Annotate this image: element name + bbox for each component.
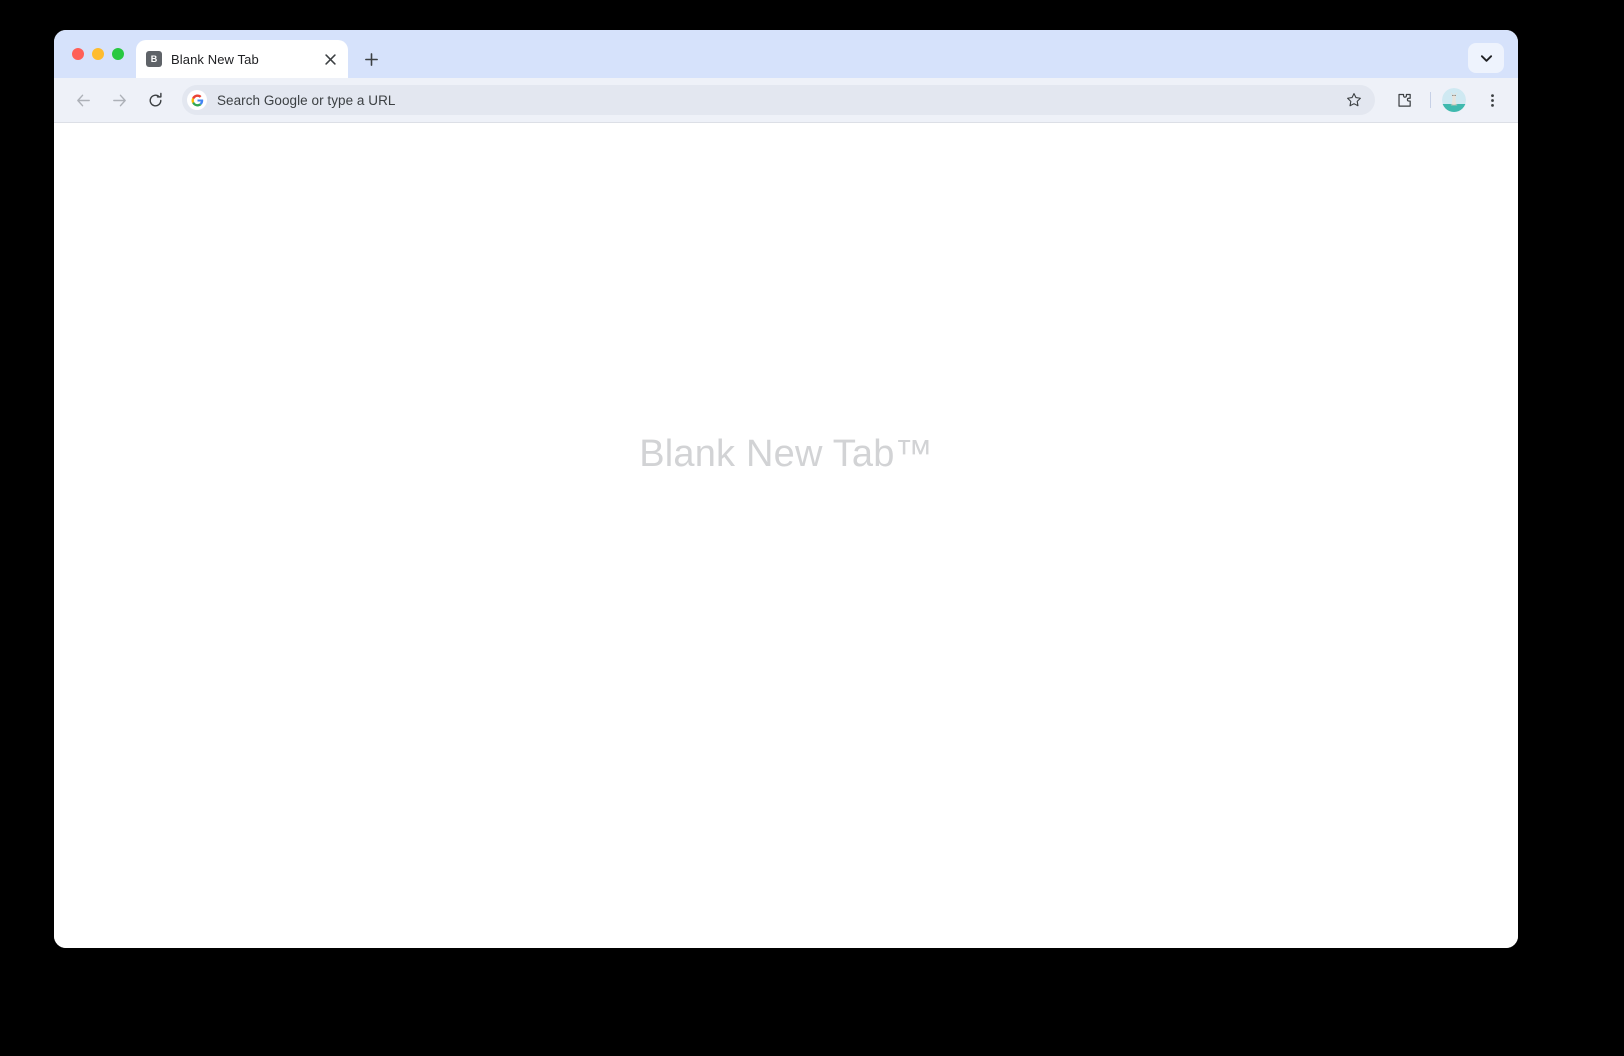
browser-window: B Blank New Tab Search Google or type a … bbox=[54, 30, 1518, 948]
chevron-down-icon bbox=[1480, 54, 1492, 62]
tab-favicon-icon: B bbox=[146, 51, 162, 67]
tab-search-button[interactable] bbox=[1468, 43, 1504, 73]
forward-button[interactable] bbox=[104, 85, 134, 115]
tab-close-icon[interactable] bbox=[320, 49, 340, 69]
tab-blank-new-tab[interactable]: B Blank New Tab bbox=[136, 40, 348, 78]
toolbar-divider bbox=[1430, 92, 1431, 108]
page-title: Blank New Tab™ bbox=[639, 433, 933, 475]
tab-title: Blank New Tab bbox=[171, 51, 259, 67]
back-button[interactable] bbox=[68, 85, 98, 115]
extensions-button[interactable] bbox=[1389, 85, 1419, 115]
close-window-button[interactable] bbox=[72, 48, 84, 60]
google-logo-icon bbox=[187, 90, 207, 110]
address-bar[interactable]: Search Google or type a URL bbox=[182, 85, 1375, 115]
page-content: Blank New Tab™ bbox=[54, 123, 1518, 948]
three-dots-vertical-icon bbox=[1490, 93, 1494, 107]
arrow-left-icon bbox=[76, 94, 90, 106]
reload-icon bbox=[149, 92, 162, 106]
window-controls bbox=[54, 30, 136, 78]
puzzle-piece-icon bbox=[1397, 93, 1411, 107]
tab-strip: B Blank New Tab bbox=[54, 30, 1518, 78]
maximize-window-button[interactable] bbox=[112, 48, 124, 60]
bookmark-star-icon[interactable] bbox=[1341, 87, 1367, 113]
profile-avatar[interactable] bbox=[1442, 88, 1466, 112]
arrow-right-icon bbox=[112, 94, 126, 106]
browser-toolbar: Search Google or type a URL bbox=[54, 78, 1518, 123]
address-bar-placeholder: Search Google or type a URL bbox=[217, 92, 396, 108]
reload-button[interactable] bbox=[140, 85, 170, 115]
new-tab-button[interactable] bbox=[356, 44, 386, 74]
chrome-menu-button[interactable] bbox=[1478, 86, 1506, 114]
minimize-window-button[interactable] bbox=[92, 48, 104, 60]
